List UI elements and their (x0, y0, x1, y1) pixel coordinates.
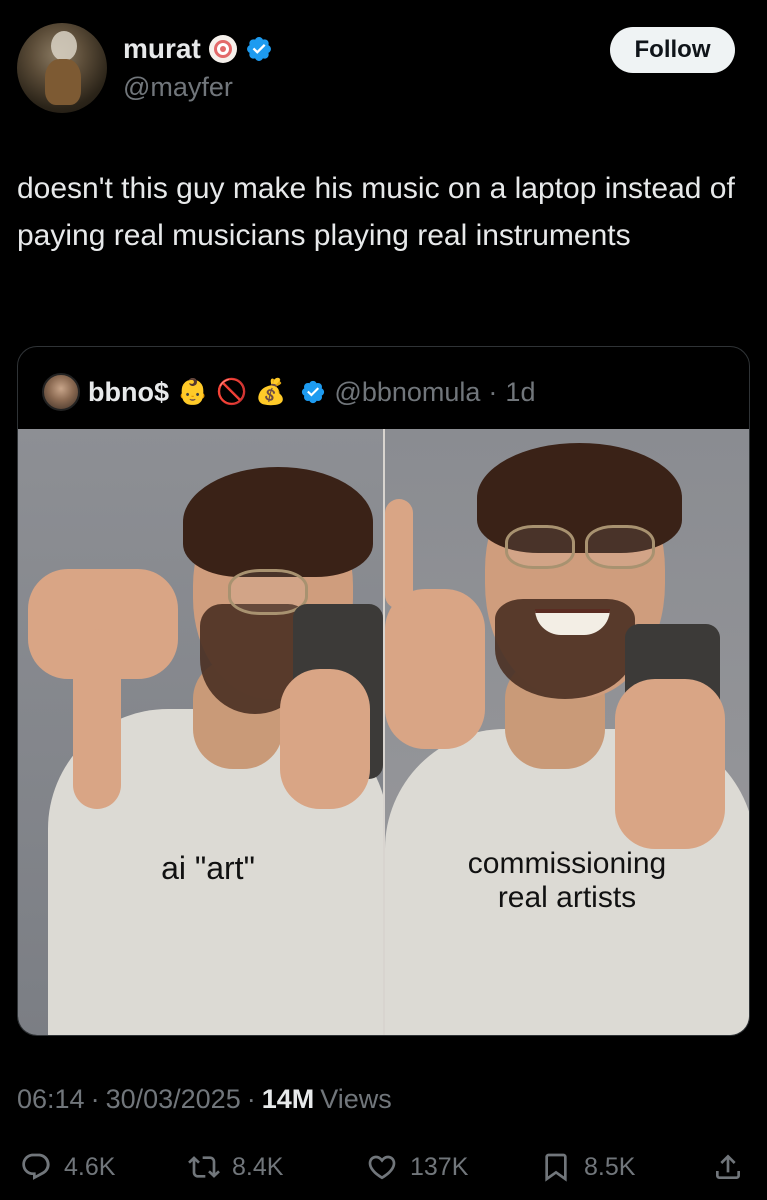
quoted-tweet-header: bbno$ 👶 🚫 💰 @bbnomula · 1d (42, 373, 535, 411)
prohibited-emoji-icon: 🚫 (216, 377, 248, 406)
repost-icon (188, 1156, 220, 1178)
bookmark-count: 8.5K (584, 1152, 636, 1181)
meta-separator: · (246, 1084, 256, 1114)
caption-right-line2: real artists (497, 881, 637, 914)
reply-count: 4.6K (64, 1152, 116, 1181)
author-avatar[interactable] (17, 23, 107, 113)
meme-panel-left: ai "art" (18, 429, 383, 1035)
caption-right-line1: commissioning (467, 847, 667, 880)
caption-left: ai "art" (161, 850, 255, 886)
repost-button[interactable]: 8.4K (188, 1145, 283, 1189)
share-button[interactable] (712, 1145, 744, 1189)
meta-separator: · (90, 1084, 100, 1114)
reply-icon (22, 1153, 50, 1180)
like-count: 137K (410, 1152, 469, 1181)
share-icon (716, 1154, 740, 1179)
spiral-emoji-icon (208, 35, 237, 63)
tweet-meta: 06:14 · 30/03/2025 · 14M Views (17, 1084, 392, 1115)
quoted-media-image[interactable]: ai "art" commissioning real artists (18, 429, 749, 1035)
bookmark-button[interactable]: 8.5K (540, 1145, 635, 1189)
tweet-text: doesn't this guy make his music on a lap… (17, 172, 735, 252)
baby-emoji-icon: 👶 (177, 377, 209, 406)
repost-count: 8.4K (232, 1152, 284, 1181)
follow-button[interactable]: Follow (610, 27, 735, 73)
caption-right: commissioning real artists (437, 847, 697, 915)
heart-icon (368, 1155, 396, 1180)
tweet-time[interactable]: 06:14 (17, 1084, 85, 1115)
views-count[interactable]: 14M (262, 1084, 315, 1115)
quoted-tweet-card[interactable]: bbno$ 👶 🚫 💰 @bbnomula · 1d ai "art" comm… (17, 346, 750, 1036)
quoted-age: 1d (505, 376, 536, 407)
quoted-author-handle: @bbnomula (334, 376, 481, 407)
author-display-name[interactable]: murat (123, 33, 201, 65)
author-name-row: murat (123, 32, 273, 66)
tweet-date[interactable]: 30/03/2025 (106, 1084, 241, 1115)
quoted-author-avatar (42, 373, 80, 411)
bookmark-icon (545, 1153, 567, 1182)
avatar-figure-body (45, 59, 81, 105)
quoted-separator: · (488, 376, 498, 407)
like-button[interactable]: 137K (366, 1145, 468, 1189)
views-label: Views (320, 1084, 392, 1114)
author-handle[interactable]: @mayfer (123, 72, 233, 103)
verified-badge-icon (246, 37, 271, 61)
reply-button[interactable]: 4.6K (20, 1145, 115, 1189)
avatar-figure-head (51, 31, 77, 61)
quoted-author-display-name: bbno$ (88, 376, 169, 407)
meme-panel-right: commissioning real artists (385, 429, 749, 1035)
quoted-verified-badge-icon (302, 380, 325, 404)
money-bag-emoji-icon: 💰 (255, 377, 287, 406)
action-bar: 4.6K 8.4K 137K 8.5K (0, 1145, 767, 1189)
